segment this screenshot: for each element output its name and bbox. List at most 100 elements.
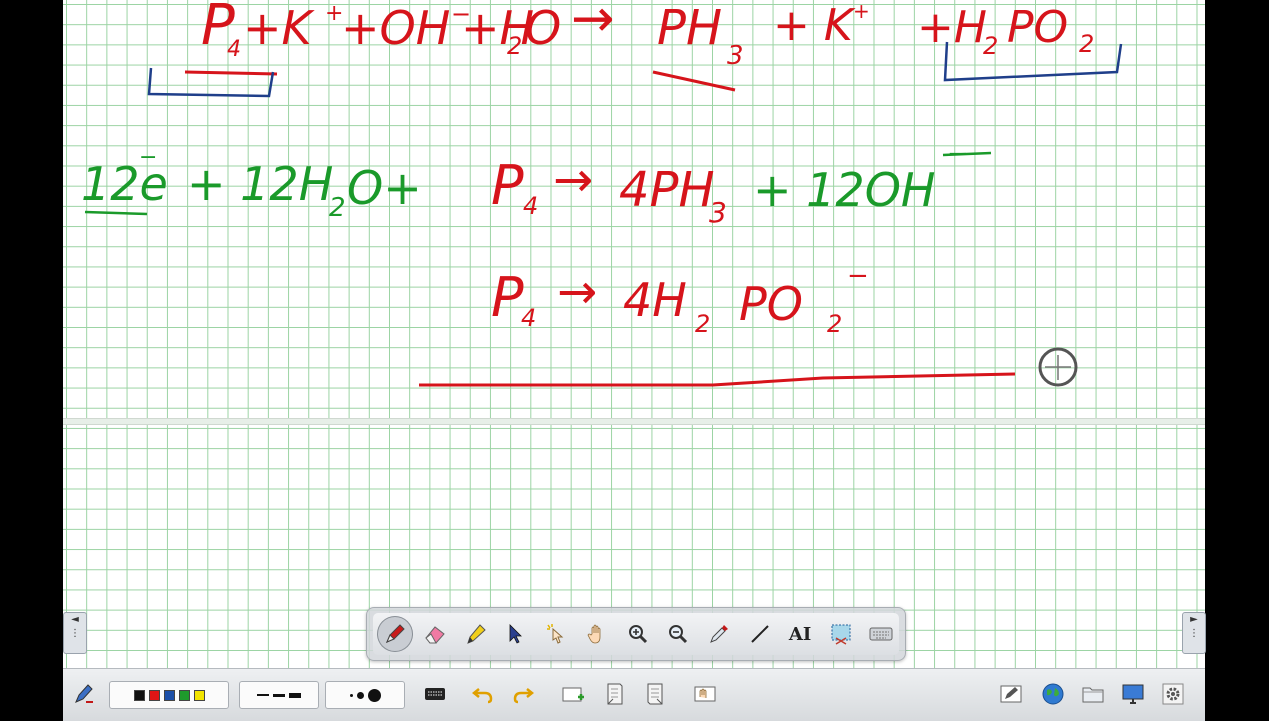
color-yellow-swatch[interactable] bbox=[193, 689, 205, 701]
point-small-option[interactable] bbox=[349, 693, 353, 697]
color-picker-icon bbox=[710, 625, 729, 643]
right-panel-toggle[interactable]: ► ⋮ bbox=[1182, 612, 1206, 654]
magic-pointer-tool-button[interactable] bbox=[539, 616, 575, 652]
new-page-button[interactable] bbox=[559, 681, 587, 707]
on-screen-keyboard-button[interactable] bbox=[863, 616, 899, 652]
color-green-swatch[interactable] bbox=[178, 689, 190, 701]
line2-phosphine: 4PH bbox=[619, 162, 715, 218]
previous-page-icon bbox=[607, 683, 623, 705]
line-thin-option[interactable] bbox=[257, 694, 269, 696]
line3-p4-subscript: 4 bbox=[521, 304, 536, 332]
keyboard-icon bbox=[869, 627, 893, 641]
color-picker-tool-button[interactable] bbox=[701, 616, 737, 652]
next-page-icon bbox=[647, 683, 663, 705]
left-panel-toggle[interactable]: ◄ ⋮ bbox=[63, 612, 87, 654]
color-red-swatch[interactable] bbox=[148, 689, 160, 701]
line1-water-subscript: 2 bbox=[507, 32, 522, 60]
line-icon bbox=[750, 625, 769, 643]
pen-settings-button[interactable] bbox=[71, 681, 99, 707]
line1-k-right-charge: + bbox=[853, 0, 870, 23]
sum-divider-line bbox=[419, 372, 1016, 387]
text-recognition-icon: AI bbox=[788, 623, 812, 645]
highlighter-tool-button[interactable] bbox=[458, 616, 494, 652]
pen-icon bbox=[385, 624, 405, 643]
line1-p4-subscript: 4 bbox=[227, 37, 241, 62]
left-arrow-icon: ◄ bbox=[71, 614, 79, 625]
folder-icon bbox=[1082, 687, 1104, 703]
screen-capture-icon bbox=[831, 624, 851, 645]
select-tool-button[interactable] bbox=[499, 616, 535, 652]
redo-button[interactable] bbox=[509, 681, 537, 707]
line2-p4-subscript: 4 bbox=[523, 192, 538, 220]
line1-hypophosphite-sub2: 2 bbox=[1079, 30, 1094, 58]
line1-water-o: O bbox=[525, 1, 561, 55]
line-tool-button[interactable] bbox=[742, 616, 778, 652]
next-page-button[interactable] bbox=[641, 681, 669, 707]
pan-hand-icon bbox=[587, 624, 601, 644]
eraser-icon bbox=[425, 626, 446, 644]
browser-button[interactable] bbox=[1039, 681, 1067, 707]
point-medium-option[interactable] bbox=[356, 691, 364, 699]
line1-ph3: PH bbox=[657, 0, 722, 56]
line3-hypophosphite-po: PO bbox=[739, 277, 803, 331]
edit-mode-button[interactable] bbox=[997, 681, 1025, 707]
settings-icon bbox=[1162, 683, 1184, 705]
line1-water-h: +H bbox=[461, 1, 534, 55]
line2-electrons-underline bbox=[84, 210, 148, 216]
line3-p4: P bbox=[491, 266, 524, 329]
pan-tool-button[interactable] bbox=[580, 616, 616, 652]
color-black-swatch[interactable] bbox=[133, 689, 145, 701]
line-thick-option[interactable] bbox=[289, 692, 301, 698]
zoom-in-icon bbox=[628, 625, 648, 644]
globe-icon bbox=[1042, 683, 1064, 705]
line3-hypophosphite-sub1: 2 bbox=[695, 310, 710, 338]
zoom-in-tool-button[interactable] bbox=[620, 616, 656, 652]
zoom-out-tool-button[interactable] bbox=[661, 616, 697, 652]
line1-hypophosphite-po: PO bbox=[1007, 2, 1068, 53]
redo-icon bbox=[513, 688, 535, 704]
crosshair-cursor-icon bbox=[1038, 347, 1078, 387]
new-page-icon bbox=[562, 687, 584, 702]
pen-settings-icon bbox=[75, 684, 93, 703]
handwriting-layer: P 4 +K + +OH − +H 2 O → PH 3 + K + +H 2 … bbox=[81, 0, 1123, 387]
line3-hypophosphite-h: 4H bbox=[623, 273, 687, 327]
open-folder-button[interactable] bbox=[1079, 681, 1107, 707]
edit-icon bbox=[1000, 685, 1022, 703]
equation-line-1: P 4 +K + +OH − +H 2 O → PH 3 + K + +H 2 … bbox=[201, 0, 1094, 71]
line1-hypophosphite-h: +H bbox=[917, 2, 987, 53]
floating-tool-palette: AI bbox=[366, 607, 906, 661]
line2-phosphine-subscript: 3 bbox=[709, 196, 727, 229]
line1-k-right: + K bbox=[773, 0, 856, 51]
line-medium-option[interactable] bbox=[273, 693, 285, 697]
undo-button[interactable] bbox=[469, 681, 497, 707]
gesture-button[interactable] bbox=[691, 681, 719, 707]
settings-button[interactable] bbox=[1159, 681, 1187, 707]
text-recognition-tool-button[interactable]: AI bbox=[782, 616, 818, 652]
line2-hydroxide: + 12OH bbox=[753, 163, 936, 217]
point-large-option[interactable] bbox=[367, 688, 381, 702]
select-arrow-icon bbox=[509, 624, 523, 644]
line2-water-o: O+ bbox=[347, 161, 422, 215]
line1-ph3-subscript: 3 bbox=[727, 41, 744, 71]
line3-hypophosphite-charge: − bbox=[847, 261, 869, 291]
display-mode-button[interactable] bbox=[1119, 681, 1147, 707]
equation-line-3: P 4 → 4H 2 PO 2 − bbox=[491, 261, 869, 338]
line1-oh: +OH bbox=[341, 1, 450, 55]
previous-page-button[interactable] bbox=[601, 681, 629, 707]
undo-icon bbox=[471, 688, 493, 704]
keyboard-button[interactable] bbox=[421, 681, 449, 707]
bottom-toolbar bbox=[63, 668, 1205, 721]
whiteboard-canvas[interactable]: P 4 +K + +OH − +H 2 O → PH 3 + K + +H 2 … bbox=[63, 0, 1205, 668]
highlighter-icon bbox=[467, 624, 486, 644]
equation-line-2: 12e − + 12H 2 O+ P 4 → 4PH 3 + 12OH − bbox=[81, 139, 969, 229]
pen-tool-button[interactable] bbox=[377, 616, 413, 652]
line1-p4-underline bbox=[184, 70, 278, 76]
screen-capture-tool-button[interactable] bbox=[823, 616, 859, 652]
point-size-group bbox=[325, 681, 405, 709]
eraser-tool-button[interactable] bbox=[418, 616, 454, 652]
keyboard-icon bbox=[425, 688, 445, 700]
zoom-out-icon bbox=[669, 625, 688, 644]
color-blue-swatch[interactable] bbox=[163, 689, 175, 701]
line3-arrow: → bbox=[557, 264, 597, 320]
line2-water-h: + 12H bbox=[187, 157, 333, 211]
